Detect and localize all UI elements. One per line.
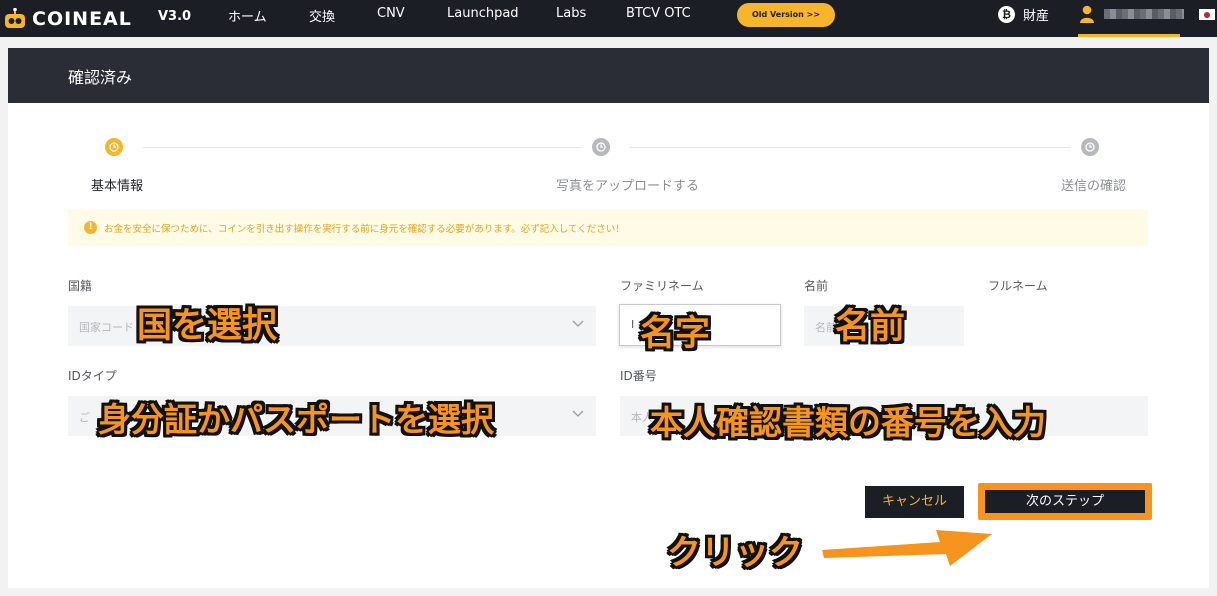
annotation-arrow-icon [822, 530, 992, 566]
full-name-label: フルネーム [988, 279, 1048, 293]
chevron-down-icon [572, 320, 584, 327]
nav-btcv-otc[interactable]: BTCV OTC [626, 6, 691, 21]
family-name-value: I [631, 318, 635, 331]
chevron-down-icon [572, 410, 584, 417]
annotation-click: クリック [667, 533, 803, 573]
panel-header: 確認済み [8, 48, 1209, 103]
next-step-button[interactable]: 次のステップ [985, 490, 1145, 513]
japan-flag-icon[interactable] [1199, 9, 1215, 20]
nav-labs[interactable]: Labs [556, 6, 586, 21]
step-2-clock-icon [592, 138, 610, 156]
user-icon[interactable] [1080, 5, 1094, 23]
id-type-label: IDタイプ [68, 369, 117, 383]
version-label: V3.0 [158, 9, 192, 24]
nationality-placeholder: 国家コード [79, 321, 134, 334]
step-3-label: 送信の確認 [1061, 179, 1127, 194]
notice-text: お金を安全に保つために、コインを引き出す操作を実行する前に身元を確認する必要があ… [104, 224, 625, 235]
given-name-label: 名前 [804, 279, 829, 293]
id-number-label: ID番号 [620, 369, 657, 383]
step-3-clock-icon [1081, 138, 1099, 156]
nav-home[interactable]: ホーム [228, 6, 267, 25]
annotation-enter-number: 本人確認書類の番号を入力 [650, 403, 1046, 442]
nav-cnv[interactable]: CNV [377, 6, 405, 21]
nationality-label: 国籍 [68, 279, 93, 293]
step-connector [143, 147, 581, 148]
page-title: 確認済み [68, 68, 133, 87]
id-type-placeholder: ご [79, 411, 90, 424]
warning-notice: ! お金を安全に保つために、コインを引き出す操作を実行する前に身元を確認する必要… [68, 209, 1148, 246]
annotation-surname: 名字 [640, 314, 711, 354]
step-1-clock-icon [105, 138, 123, 156]
annotation-select-id: 身分証かパスポートを選択 [98, 400, 494, 439]
family-name-label: ファミリネーム [620, 279, 704, 293]
top-nav: COINEAL V3.0 ホーム 交換 CNV Launchpad Labs B… [0, 0, 1217, 37]
step-2-label: 写真をアップロードする [556, 179, 700, 194]
annotation-given-name: 名前 [835, 307, 906, 347]
logo-text: COINEAL [32, 8, 132, 30]
username-redacted[interactable] [1104, 9, 1184, 19]
bitcoin-icon: ₿ [998, 6, 1015, 23]
annotation-select-country: 国を選択 [137, 306, 278, 346]
nav-exchange[interactable]: 交換 [309, 6, 335, 25]
old-version-button[interactable]: Old Version >> [737, 3, 835, 27]
nav-assets[interactable]: 財産 [1023, 5, 1049, 24]
nav-launchpad[interactable]: Launchpad [447, 6, 519, 21]
robot-logo-icon [5, 8, 25, 28]
warning-icon: ! [84, 221, 97, 234]
step-1-label: 基本情報 [91, 179, 144, 194]
step-connector [630, 147, 1070, 148]
user-active-underline [1078, 34, 1180, 37]
coineal-logo[interactable]: COINEAL [2, 5, 152, 31]
